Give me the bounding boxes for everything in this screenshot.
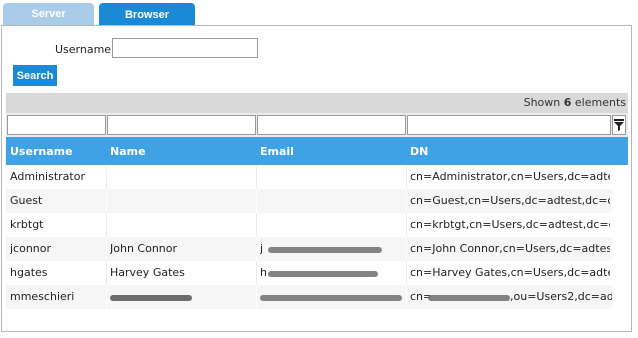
filter-username-input[interactable] (7, 115, 106, 135)
search-button[interactable]: Search (13, 65, 57, 86)
tab-browser[interactable]: Browser (99, 3, 195, 26)
column-header-username[interactable]: Username (10, 145, 73, 158)
cell-username: jconnor (10, 242, 52, 255)
shown-suffix: elements (574, 96, 626, 109)
cell-dn: ,ou=Users2,dc=adt... (510, 290, 612, 303)
username-input[interactable] (112, 38, 258, 58)
column-header-dn[interactable]: DN (410, 145, 428, 158)
username-label: Username : (55, 43, 119, 56)
filter-dn-input[interactable] (407, 115, 611, 135)
cell-username: Administrator (10, 170, 85, 183)
table-row[interactable]: krbtgt cn=krbtgt,cn=Users,dc=adtest,dc=c… (6, 213, 612, 237)
shown-count: 6 (563, 96, 572, 109)
grid-header: Username Name Email DN (6, 137, 628, 165)
redacted-email (268, 247, 382, 253)
table-row[interactable]: mmeschieri cn= ,ou=Users2,dc=adt... (6, 285, 612, 309)
results-grid: Shown 6 elements Username Name Email DN … (6, 93, 628, 311)
tab-server[interactable]: Server (3, 3, 94, 25)
cell-dn: cn=John Connor,cn=Users,dc=adtest,dc... (410, 242, 610, 255)
cell-dn: cn=krbtgt,cn=Users,dc=adtest,dc=com (410, 218, 610, 231)
redacted-email (268, 271, 378, 277)
cell-username: mmeschieri (10, 290, 75, 303)
redacted-email (260, 295, 402, 301)
cell-dn: cn=Guest,cn=Users,dc=adtest,dc=com (410, 194, 610, 207)
cell-dn: cn=Administrator,cn=Users,dc=adtest,... (410, 170, 610, 183)
filter-row (6, 113, 628, 137)
results-count-bar: Shown 6 elements (6, 93, 628, 113)
redacted-name (110, 295, 192, 301)
cell-username: hgates (10, 266, 48, 279)
column-header-email[interactable]: Email (260, 145, 294, 158)
cell-name: John Connor (110, 242, 178, 255)
redacted-dn (428, 295, 510, 301)
column-header-name[interactable]: Name (110, 145, 146, 158)
cell-username: Guest (10, 194, 43, 207)
shown-prefix: Shown (523, 96, 561, 109)
cell-dn: cn=Harvey Gates,cn=Users,dc=adtest,d... (410, 266, 610, 279)
table-row[interactable]: hgates Harvey Gates h cn=Harvey Gates,cn… (6, 261, 612, 285)
funnel-icon[interactable] (612, 115, 626, 135)
cell-name: Harvey Gates (110, 266, 185, 279)
table-row[interactable]: Administrator cn=Administrator,cn=Users,… (6, 165, 612, 189)
filter-name-input[interactable] (107, 115, 256, 135)
table-row[interactable]: jconnor John Connor j cn=John Connor,cn=… (6, 237, 612, 261)
table-row[interactable]: Guest cn=Guest,cn=Users,dc=adtest,dc=com (6, 189, 612, 213)
cell-dn-prefix: cn= (410, 290, 430, 303)
cell-username: krbtgt (10, 218, 44, 231)
filter-email-input[interactable] (257, 115, 406, 135)
